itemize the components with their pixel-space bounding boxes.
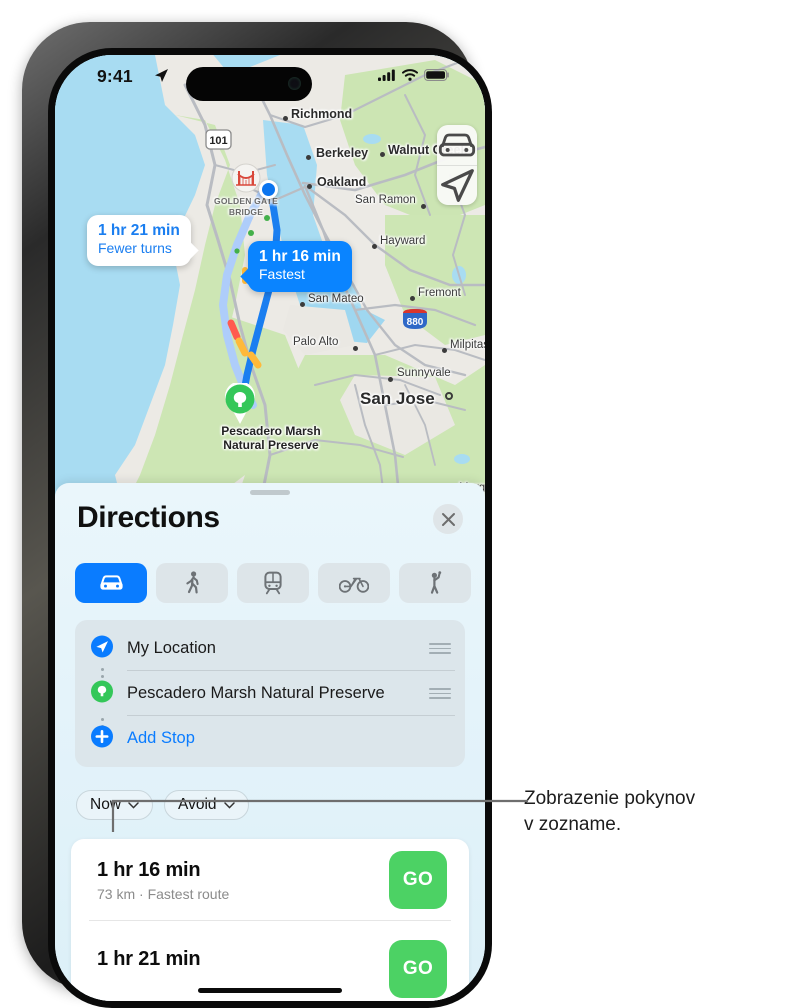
tab-walk[interactable]	[156, 563, 228, 603]
field-row-destination[interactable]: Pescadero Marsh Natural Preserve	[75, 671, 465, 716]
annotation-line-2: v zozname.	[524, 814, 622, 836]
hailing-person-icon	[430, 571, 441, 594]
destination-icon	[91, 680, 113, 707]
route-bubble-subtitle: Fastest	[259, 266, 305, 283]
phone-frame: Richmond Berkeley Walnut Creek Oakland S…	[22, 22, 492, 1008]
route-duration: 1 hr 21 min	[97, 948, 201, 970]
walking-person-icon	[185, 571, 199, 594]
go-button[interactable]: GO	[389, 851, 447, 909]
add-stop-icon	[91, 725, 113, 752]
route-result-row[interactable]: 1 hr 16 min 73 km · Fastest route GO	[71, 839, 469, 920]
destination-label-line2: Natural Preserve	[223, 438, 319, 453]
annotation-line-1: Zobrazenie pokynov	[524, 788, 696, 809]
destination-pin[interactable]	[223, 383, 257, 425]
map-control-recenter[interactable]	[437, 165, 477, 205]
route-results-list: 1 hr 16 min 73 km · Fastest route GO 1 h…	[71, 839, 469, 1001]
ggb-label-line2: BRIDGE	[228, 206, 264, 217]
car-icon	[99, 575, 123, 590]
destination-label-line1: Pescadero Marsh	[221, 424, 321, 438]
map-controls	[437, 125, 477, 205]
annotation-callout: Zobrazenie pokynov v zozname.	[524, 786, 789, 838]
navigation-arrow-icon	[441, 168, 474, 202]
route-bubble-subtitle: Fewer turns	[98, 240, 172, 257]
tab-cycle[interactable]	[318, 563, 390, 603]
front-camera-icon	[288, 77, 301, 90]
dynamic-island	[186, 67, 312, 101]
route-fields-group: My Location Pescadero Marsh Natural Pres…	[75, 620, 465, 767]
screenshot-root: Zobrazenie pokynov v zozname. Richmond B…	[0, 0, 798, 1008]
svg-text:101: 101	[209, 135, 227, 147]
origin-field-value: My Location	[127, 639, 216, 657]
close-button[interactable]	[433, 504, 463, 534]
field-row-origin[interactable]: My Location	[75, 626, 465, 671]
tab-drive[interactable]	[75, 563, 147, 603]
route-option-bubble-fewer-turns[interactable]: 1 hr 21 min Fewer turns	[87, 215, 199, 266]
golden-gate-bridge-label: GOLDEN GATE BRIDGE	[198, 196, 294, 217]
go-button[interactable]: GO	[389, 940, 447, 998]
directions-sheet: Directions My Location Pescadero Marsh N…	[55, 483, 485, 1001]
route-bubble-time: 1 hr 21 min	[98, 222, 180, 239]
ggb-label-line1: GOLDEN GATE	[214, 196, 278, 206]
annotation-leader-line	[111, 799, 528, 832]
close-icon	[441, 512, 455, 526]
route-bubble-time: 1 hr 16 min	[259, 248, 341, 265]
transport-mode-tabs	[75, 563, 471, 603]
user-location-dot	[259, 180, 278, 199]
city-dot	[283, 116, 288, 121]
home-indicator[interactable]	[198, 988, 342, 993]
destination-field-value: Pescadero Marsh Natural Preserve	[127, 684, 385, 702]
origin-drag-handle[interactable]	[429, 643, 451, 654]
route-details: 73 km · Fastest route	[97, 886, 230, 902]
tab-transit[interactable]	[237, 563, 309, 603]
destination-drag-handle[interactable]	[429, 688, 451, 699]
destination-label: Pescadero Marsh Natural Preserve	[196, 424, 346, 453]
route-option-bubble-fastest[interactable]: 1 hr 16 min Fastest	[240, 241, 352, 292]
map-canvas[interactable]: Richmond Berkeley Walnut Creek Oakland S…	[55, 55, 485, 505]
train-icon	[264, 571, 282, 595]
origin-icon	[91, 635, 113, 662]
tab-rideshare[interactable]	[399, 563, 471, 603]
add-stop-label: Add Stop	[127, 729, 195, 747]
page-title: Directions	[77, 501, 220, 534]
phone-screen: Richmond Berkeley Walnut Creek Oakland S…	[55, 55, 485, 1001]
field-row-add-stop[interactable]: Add Stop	[75, 716, 465, 761]
bicycle-icon	[339, 577, 369, 593]
sheet-grabber-handle[interactable]	[250, 490, 290, 495]
sheet-header: Directions	[55, 501, 485, 549]
route-duration: 1 hr 16 min	[97, 859, 201, 881]
